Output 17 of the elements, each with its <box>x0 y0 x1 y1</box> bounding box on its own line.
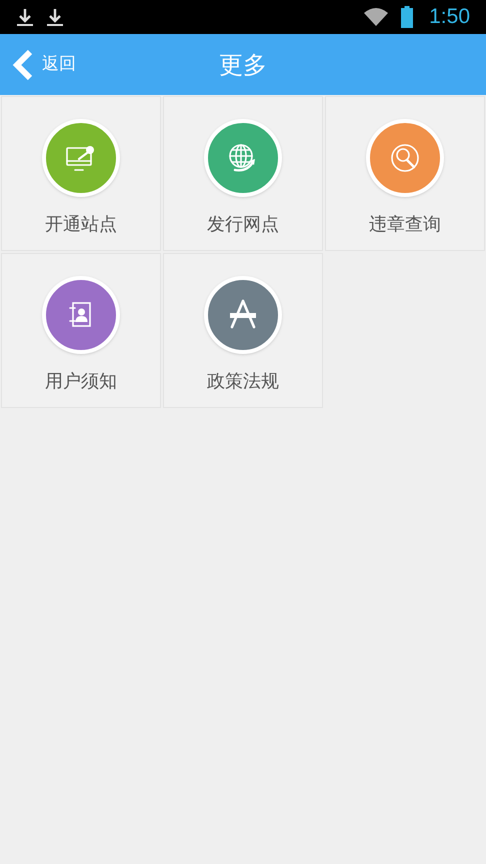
download-icon <box>46 7 64 27</box>
battery-icon <box>401 6 414 28</box>
page-title: 更多 <box>219 50 267 80</box>
menu-tile[interactable]: 开通站点 <box>1 96 161 251</box>
menu-tile[interactable]: 发行网点 <box>163 96 323 251</box>
menu-tile[interactable]: 违章查询 <box>325 96 485 251</box>
download-icon <box>16 7 34 27</box>
tile-label: 开通站点 <box>45 213 117 237</box>
wifi-icon <box>363 7 390 27</box>
tile-label: 用户须知 <box>45 370 117 394</box>
back-chevron-icon <box>12 48 34 80</box>
menu-tile[interactable]: 政策法规 <box>163 253 323 408</box>
tile-label: 违章查询 <box>369 213 441 237</box>
tile-label: 发行网点 <box>207 213 279 237</box>
tile-label: 政策法规 <box>207 370 279 394</box>
menu-tile[interactable]: 用户须知 <box>1 253 161 408</box>
clock: 1:50 <box>429 4 470 30</box>
